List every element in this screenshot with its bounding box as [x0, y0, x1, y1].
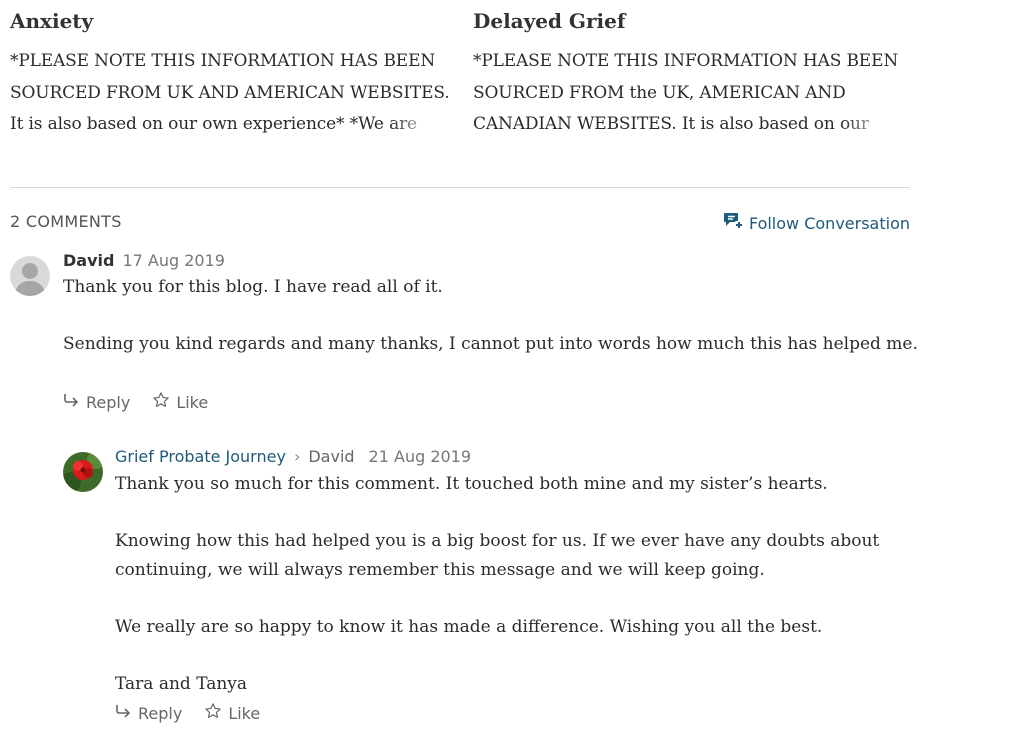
- comment-paragraph: Sending you kind regards and many thanks…: [63, 334, 918, 354]
- red-flower-avatar[interactable]: [63, 452, 103, 492]
- reply-to-author[interactable]: David: [308, 447, 354, 466]
- related-post-anxiety[interactable]: Anxiety *PLEASE NOTE THIS INFORMATION HA…: [10, 6, 450, 140]
- comment-actions: Reply Like: [62, 391, 208, 415]
- comment-plus-icon: [723, 210, 743, 237]
- comments-header: 2 COMMENTS Follow Conversation: [10, 210, 910, 234]
- like-label: Like: [176, 393, 209, 412]
- related-post-title[interactable]: Anxiety: [10, 6, 450, 36]
- follow-conversation-button[interactable]: Follow Conversation: [723, 210, 910, 237]
- comment-meta: Grief Probate Journey › David 21 Aug 2019: [115, 446, 471, 468]
- comment-actions: Reply Like: [114, 702, 260, 726]
- related-post-title[interactable]: Delayed Grief: [473, 6, 903, 36]
- comments-count: 2 COMMENTS: [10, 212, 122, 231]
- reply-label: Reply: [86, 393, 131, 412]
- reply-label: Reply: [138, 704, 183, 723]
- follow-conversation-label: Follow Conversation: [748, 213, 910, 233]
- comment-paragraph: Thank you so much for this comment. It t…: [115, 474, 828, 494]
- related-post-excerpt: *PLEASE NOTE THIS INFORMATION HAS BEEN S…: [10, 46, 450, 140]
- reply-button[interactable]: Reply: [114, 703, 182, 725]
- comment-date[interactable]: 17 Aug 2019: [122, 251, 225, 270]
- star-outline-icon: [152, 391, 170, 415]
- comment-date[interactable]: 21 Aug 2019: [369, 447, 472, 466]
- comment-body: Thank you for this blog. I have read all…: [63, 273, 923, 359]
- comment-author: David: [63, 251, 115, 270]
- related-post-delayed-grief[interactable]: Delayed Grief *PLEASE NOTE THIS INFORMAT…: [473, 6, 903, 140]
- reply-button[interactable]: Reply: [62, 392, 130, 414]
- comment-author-link[interactable]: Grief Probate Journey: [115, 447, 286, 466]
- comment-paragraph: We really are so happy to know it has ma…: [115, 617, 823, 637]
- chevron-right-icon: ›: [293, 447, 301, 466]
- like-label: Like: [228, 704, 261, 723]
- comment-paragraph: Knowing how this had helped you is a big…: [115, 531, 880, 580]
- comment-body: Thank you so much for this comment. It t…: [115, 470, 935, 699]
- comment-meta: David 17 Aug 2019: [63, 250, 225, 272]
- person-silhouette-icon[interactable]: [10, 256, 50, 296]
- section-divider: [10, 187, 910, 188]
- reply-arrow-icon: [62, 392, 80, 414]
- star-outline-icon: [204, 702, 222, 726]
- comment-paragraph: Tara and Tanya: [115, 674, 248, 694]
- comment-paragraph: Thank you for this blog. I have read all…: [63, 277, 443, 297]
- related-post-excerpt: *PLEASE NOTE THIS INFORMATION HAS BEEN S…: [473, 46, 903, 140]
- like-button[interactable]: Like: [204, 702, 260, 726]
- reply-arrow-icon: [114, 703, 132, 725]
- like-button[interactable]: Like: [152, 391, 208, 415]
